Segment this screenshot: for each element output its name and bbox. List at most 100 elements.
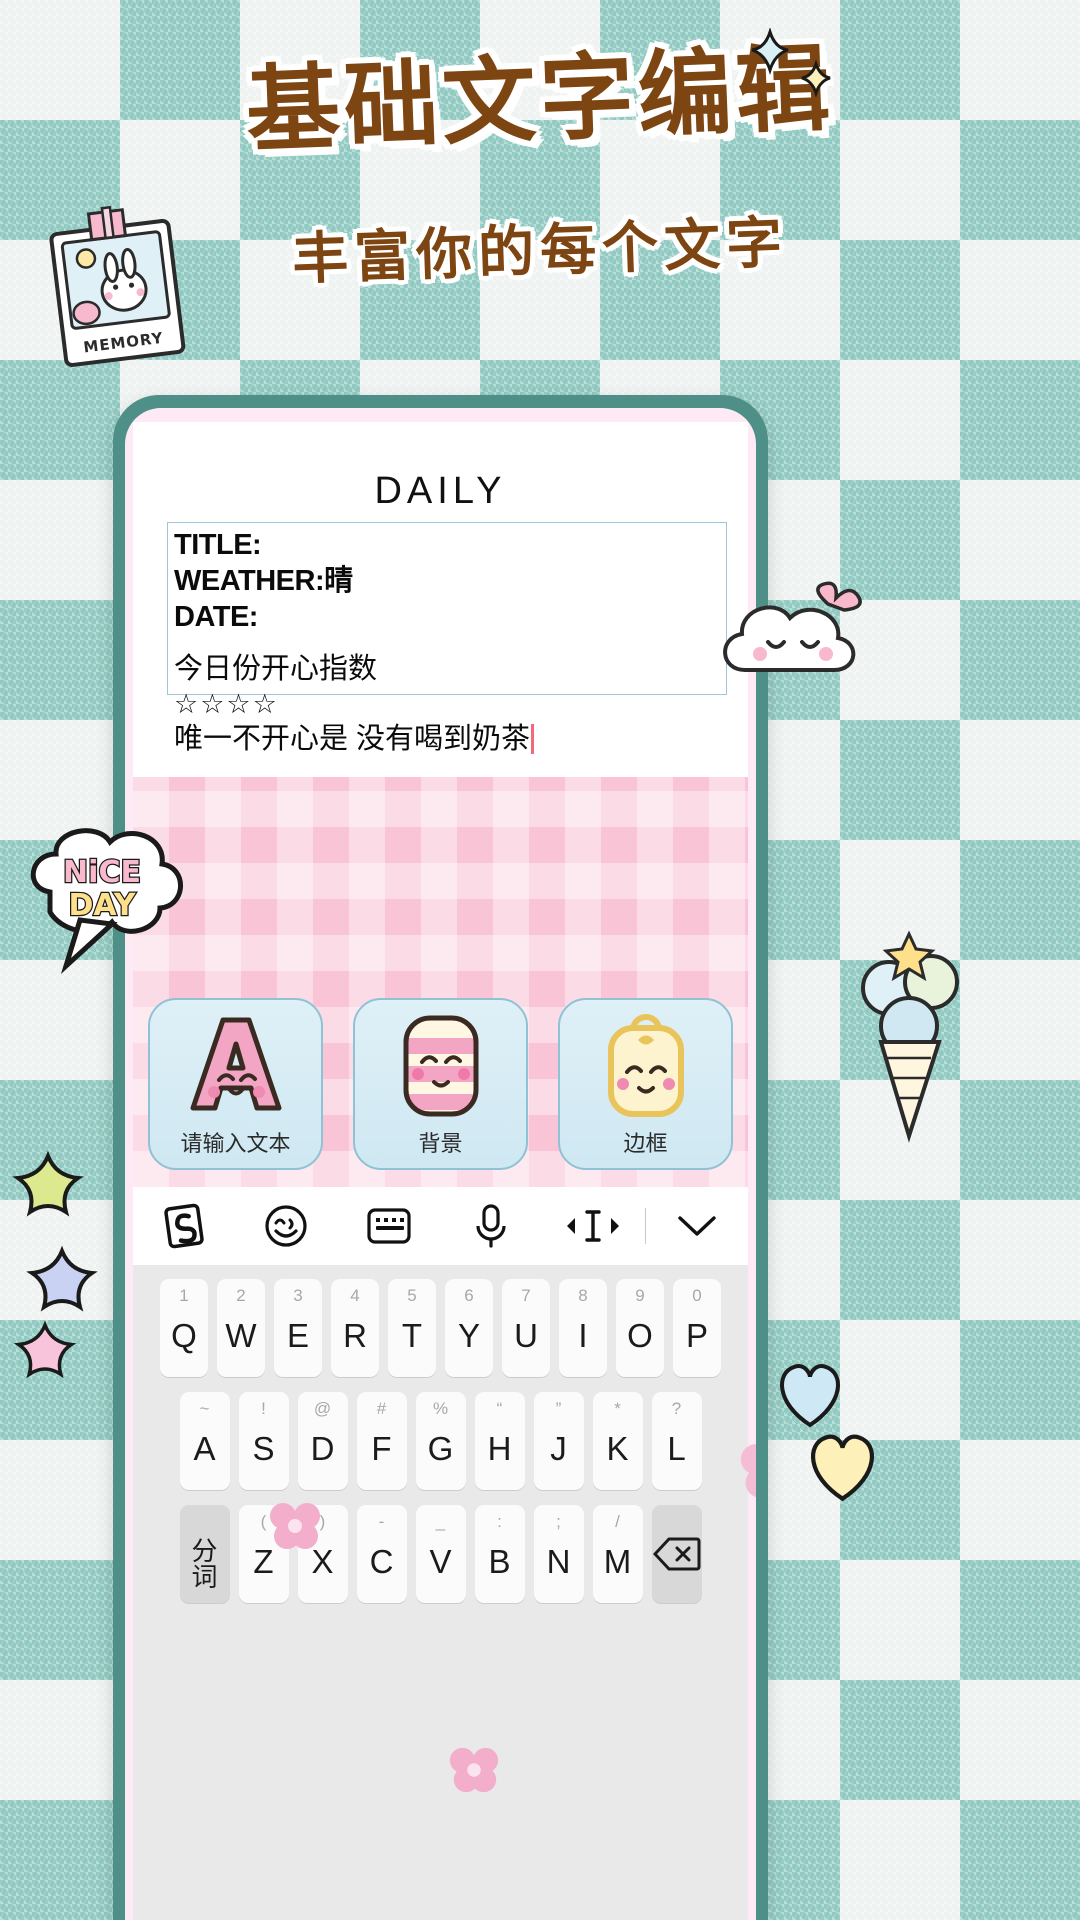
tool-button-row: 请输入文本 背景 边框 xyxy=(133,998,748,1188)
key-s[interactable]: ! S xyxy=(238,1392,289,1490)
key-main: A xyxy=(193,1430,216,1467)
note-line-stars: ☆☆☆☆ xyxy=(174,689,279,719)
key-main: E xyxy=(286,1317,309,1354)
key-sub: % xyxy=(432,1399,449,1418)
tool-button-border[interactable]: 边框 xyxy=(558,998,733,1170)
key-sub: 7 xyxy=(521,1286,531,1305)
key-m[interactable]: / M xyxy=(592,1505,643,1603)
key-q[interactable]: 1Q xyxy=(160,1279,208,1377)
key-f[interactable]: # F xyxy=(356,1392,407,1490)
key-sub: _ xyxy=(435,1512,446,1531)
cursor-move-icon[interactable] xyxy=(542,1187,644,1265)
key-main: T xyxy=(401,1317,423,1354)
key-main: U xyxy=(514,1317,538,1354)
backspace-icon xyxy=(652,1537,700,1571)
key-t[interactable]: 5T xyxy=(388,1279,436,1377)
key-backspace[interactable] xyxy=(651,1505,702,1603)
note-line-date: DATE: xyxy=(174,601,258,633)
text-edit-box[interactable]: TITLE: WEATHER:晴 DATE: 今日份开心指数 ☆☆☆☆ 唯一不开… xyxy=(167,522,727,755)
key-sub: 3 xyxy=(293,1286,303,1305)
key-sub: 0 xyxy=(692,1286,702,1305)
key-n[interactable]: ; N xyxy=(533,1505,584,1603)
key-d[interactable]: @ D xyxy=(297,1392,348,1490)
key-sub: ? xyxy=(671,1399,682,1418)
tool-label-border: 边框 xyxy=(623,1132,668,1157)
key-j[interactable]: ” J xyxy=(533,1392,584,1490)
key-main: 分词 xyxy=(191,1537,218,1593)
key-main: Q xyxy=(171,1317,197,1354)
key-main: L xyxy=(667,1430,686,1467)
key-main: J xyxy=(550,1430,567,1467)
key-g[interactable]: % G xyxy=(415,1392,466,1490)
memory-photo-sticker: MEMORY xyxy=(40,205,195,380)
sparkle-sticker xyxy=(742,26,842,103)
frame-face-icon xyxy=(607,1014,684,1117)
key-r[interactable]: 4R xyxy=(331,1279,379,1377)
pink-star-sticker xyxy=(10,1320,80,1395)
key-sub: 5 xyxy=(407,1286,417,1305)
key-main: G xyxy=(427,1430,454,1467)
yellow-heart-sticker xyxy=(800,1425,885,1510)
key-e[interactable]: 3E xyxy=(274,1279,322,1377)
key-y[interactable]: 6Y xyxy=(445,1279,493,1377)
flower-decor-small xyxy=(265,1498,325,1559)
sogou-logo-icon[interactable] xyxy=(133,1187,235,1265)
key-sub: 9 xyxy=(635,1286,645,1305)
key-sub: 8 xyxy=(578,1286,588,1305)
key-sub: ” xyxy=(555,1399,562,1418)
keyboard-toolbar xyxy=(133,1187,748,1265)
key-p[interactable]: 0P xyxy=(673,1279,721,1377)
key-segment-word[interactable]: 分词 xyxy=(179,1505,230,1603)
key-sub: @ xyxy=(313,1399,332,1418)
key-sub: / xyxy=(615,1512,620,1531)
virtual-keyboard: 1Q 2W 3E 4R 5T 6Y 7U 8I 9O 0P ~ A ! S @ D #… xyxy=(133,1265,748,1920)
key-o[interactable]: 9O xyxy=(616,1279,664,1377)
keyboard-row-3: 分词 (Z ) X -C _ V :B ; N / M xyxy=(133,1505,748,1603)
key-h[interactable]: “H xyxy=(474,1392,525,1490)
key-main: O xyxy=(627,1317,653,1354)
key-main: H xyxy=(487,1430,512,1467)
key-sub: ~ xyxy=(199,1399,210,1418)
keyboard-switch-icon[interactable] xyxy=(338,1187,440,1265)
key-i[interactable]: 8I xyxy=(559,1279,607,1377)
daily-heading: DAILY xyxy=(374,470,507,512)
blue-heart-sticker xyxy=(770,1355,850,1436)
text-caret xyxy=(531,724,535,754)
key-main: B xyxy=(488,1543,511,1580)
emoji-smiley-icon[interactable] xyxy=(235,1187,337,1265)
blue-star-sticker xyxy=(22,1245,102,1330)
note-line-blank xyxy=(174,635,720,651)
key-sub: 2 xyxy=(236,1286,246,1305)
key-w[interactable]: 2W xyxy=(217,1279,265,1377)
key-main: N xyxy=(546,1543,571,1580)
note-canvas[interactable]: DAILY TITLE: WEATHER:晴 DATE: 今日份开心指数 ☆☆☆… xyxy=(133,422,748,835)
key-b[interactable]: :B xyxy=(474,1505,525,1603)
key-main: R xyxy=(343,1317,367,1354)
key-l[interactable]: ? L xyxy=(651,1392,702,1490)
key-a[interactable]: ~ A xyxy=(179,1392,230,1490)
chevron-down-icon[interactable] xyxy=(646,1187,748,1265)
key-main: M xyxy=(603,1543,632,1580)
flower-decor-right xyxy=(735,1438,756,1509)
microphone-icon[interactable] xyxy=(440,1187,542,1265)
page-subtitle: 丰富你的每个文字 xyxy=(291,210,790,293)
green-star-sticker xyxy=(8,1150,88,1235)
key-sub: ; xyxy=(556,1512,561,1531)
key-k[interactable]: * K xyxy=(592,1392,643,1490)
key-c[interactable]: -C xyxy=(356,1505,407,1603)
key-main: K xyxy=(606,1430,629,1467)
tool-label-background: 背景 xyxy=(418,1132,463,1157)
keyboard-row-2: ~ A ! S @ D # F % G “H ” J * K ? L xyxy=(133,1392,748,1490)
poster-headline-wrap: 基础文字编辑 xyxy=(0,35,1080,166)
key-sub: “ xyxy=(496,1399,503,1418)
tool-button-text[interactable]: 请输入文本 xyxy=(148,998,323,1170)
keyboard-row-1: 1Q 2W 3E 4R 5T 6Y 7U 8I 9O 0P xyxy=(133,1279,748,1377)
note-line-last: 唯一不开心是 没有喝到奶茶 xyxy=(174,723,531,755)
phone-screen: DAILY TITLE: WEATHER:晴 DATE: 今日份开心指数 ☆☆☆… xyxy=(125,408,756,1920)
cloud-bow-sticker xyxy=(710,580,870,695)
key-main: V xyxy=(429,1543,452,1580)
key-u[interactable]: 7U xyxy=(502,1279,550,1377)
key-v[interactable]: _ V xyxy=(415,1505,466,1603)
key-sub: : xyxy=(497,1512,502,1531)
tool-button-background[interactable]: 背景 xyxy=(353,998,528,1170)
